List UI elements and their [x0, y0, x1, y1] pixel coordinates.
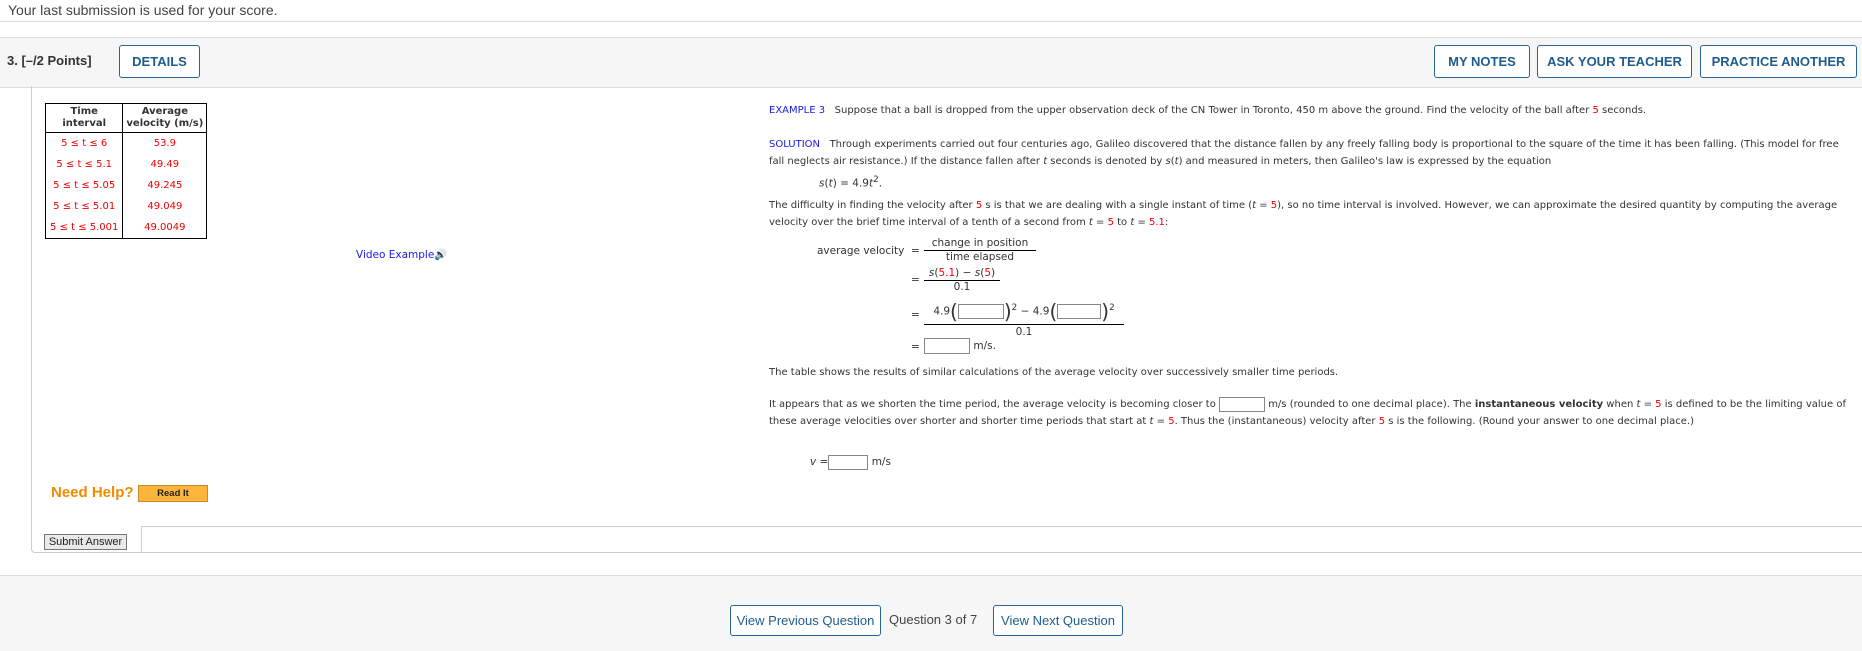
question-points: 3. [–/2 Points]	[7, 53, 92, 68]
details-button[interactable]: DETAILS	[119, 45, 200, 78]
text-segment: ) and measured in meters, then Galileo's…	[1178, 156, 1552, 167]
text-segment: ) = 4.9	[832, 177, 869, 190]
solution-text: SOLUTION Through experiments carried out…	[769, 136, 1854, 170]
v-label: v =	[810, 456, 829, 468]
limit-text: It appears that as we shorten the time p…	[769, 396, 1854, 430]
example-text: EXAMPLE 3 Suppose that a ball is dropped…	[769, 102, 1854, 119]
text-segment: s is that we are dealing with a single i…	[982, 200, 1253, 211]
speaker-icon: 🔊	[434, 249, 448, 261]
average-velocity-input[interactable]	[924, 338, 970, 354]
cell-velocity: 49.0049	[122, 217, 207, 239]
video-example-link[interactable]: Video Example🔊	[356, 248, 447, 261]
text-segment: s is the following. (Round your answer t…	[1385, 416, 1694, 427]
text-segment: seconds.	[1598, 105, 1647, 116]
divider	[142, 526, 1862, 527]
header-average-velocity: Average velocity (m/s)	[122, 103, 208, 133]
table-row: 5 ≤ t ≤ 5.001 49.0049	[44, 217, 207, 239]
equals-sign: =	[911, 309, 920, 321]
limit-velocity-input[interactable]	[1219, 396, 1266, 412]
text-segment: =	[1256, 200, 1271, 211]
text-segment: :	[1164, 217, 1169, 228]
s5-value-input[interactable]	[1057, 304, 1102, 319]
text-segment: =	[1092, 217, 1108, 228]
text-segment: 5	[984, 267, 992, 279]
galileo-equation: s(t) = 4.9t2.	[819, 172, 1862, 193]
fraction-substitution: 4.9()2 − 4.9()2 0.1	[924, 296, 1124, 340]
table-row: 5 ≤ t ≤ 6 53.9	[44, 132, 207, 154]
table-row: 5 ≤ t ≤ 5.1 49.49	[44, 154, 207, 175]
cell-interval: 5 ≤ t ≤ 6	[44, 132, 123, 154]
table-row: 5 ≤ t ≤ 5.05 49.245	[44, 175, 207, 196]
fraction-s-values: s(5.1) − s(5) 0.1	[924, 267, 1000, 294]
header-time-interval: Time interval	[44, 103, 124, 133]
average-velocity-result: m/s.	[924, 338, 996, 354]
cell-velocity: 49.49	[122, 154, 207, 175]
velocity-table: Time interval Average velocity (m/s) 5 ≤ t…	[44, 103, 208, 239]
read-it-button[interactable]: Read It	[138, 485, 208, 502]
text-segment: )	[991, 267, 996, 279]
text-segment: ) −	[955, 267, 975, 279]
answer-row: v = m/s	[810, 454, 1862, 471]
divider	[0, 21, 1862, 22]
table-row: 5 ≤ t ≤ 5.01 49.049	[44, 196, 207, 217]
text-segment: . Thus the (instantaneous) velocity afte…	[1174, 416, 1379, 427]
equals-sign: =	[911, 245, 920, 257]
question-position: Question 3 of 7	[889, 612, 978, 627]
text-segment: seconds is denoted by	[1047, 156, 1166, 167]
solution-label: SOLUTION	[769, 139, 821, 150]
example-label: EXAMPLE 3	[769, 105, 826, 116]
submit-answer-button[interactable]: Submit Answer	[44, 534, 127, 550]
difficulty-text: The difficulty in finding the velocity a…	[769, 197, 1854, 231]
cell-velocity: 53.9	[122, 132, 207, 154]
fraction-change-over-time: change in position time elapsed	[924, 237, 1036, 264]
s51-value-input[interactable]	[957, 304, 1004, 319]
text-segment: .	[878, 177, 883, 190]
unit-label: m/s	[871, 456, 891, 468]
cell-interval: 5 ≤ t ≤ 5.001	[44, 217, 123, 239]
text-segment: =	[1134, 217, 1150, 228]
text-segment: 5.1	[1149, 217, 1165, 228]
equals-sign: =	[911, 274, 920, 286]
text-segment: The difficulty in finding the velocity a…	[769, 200, 976, 211]
my-notes-button[interactable]: MY NOTES	[1434, 45, 1530, 78]
text-segment: when	[1603, 399, 1637, 410]
average-velocity-label: average velocity	[817, 245, 905, 257]
need-help-label: Need Help?	[51, 484, 134, 501]
cell-velocity: 49.049	[122, 196, 207, 217]
submission-note: Your last submission is used for your sc…	[8, 2, 278, 18]
cell-velocity: 49.245	[122, 175, 207, 196]
view-previous-question-button[interactable]: View Previous Question	[730, 605, 881, 636]
text-segment: instantaneous velocity	[1474, 399, 1604, 410]
cell-interval: 5 ≤ t ≤ 5.01	[44, 196, 123, 217]
view-next-question-button[interactable]: View Next Question	[993, 605, 1123, 636]
cell-interval: 5 ≤ t ≤ 5.05	[44, 175, 123, 196]
text-segment: =	[1640, 399, 1656, 410]
practice-another-button[interactable]: PRACTICE ANOTHER	[1700, 45, 1857, 78]
table-description: The table shows the results of similar c…	[769, 367, 1339, 378]
divider	[141, 526, 142, 553]
text-segment: to	[1113, 217, 1131, 228]
ask-teacher-button[interactable]: ASK YOUR TEACHER	[1537, 45, 1692, 78]
cell-interval: 5 ≤ t ≤ 5.1	[44, 154, 123, 175]
points-label: [–/2 Points]	[21, 53, 92, 68]
text-segment: =	[1153, 416, 1169, 427]
text-segment: Suppose that a ball is dropped from the …	[825, 105, 1593, 116]
text-segment: 5.1	[938, 267, 956, 279]
text-segment: m/s (rounded to one decimal place). The	[1265, 399, 1475, 410]
velocity-answer-input[interactable]	[828, 454, 869, 470]
question-number: 3.	[7, 53, 18, 68]
equals-sign: =	[911, 341, 920, 353]
